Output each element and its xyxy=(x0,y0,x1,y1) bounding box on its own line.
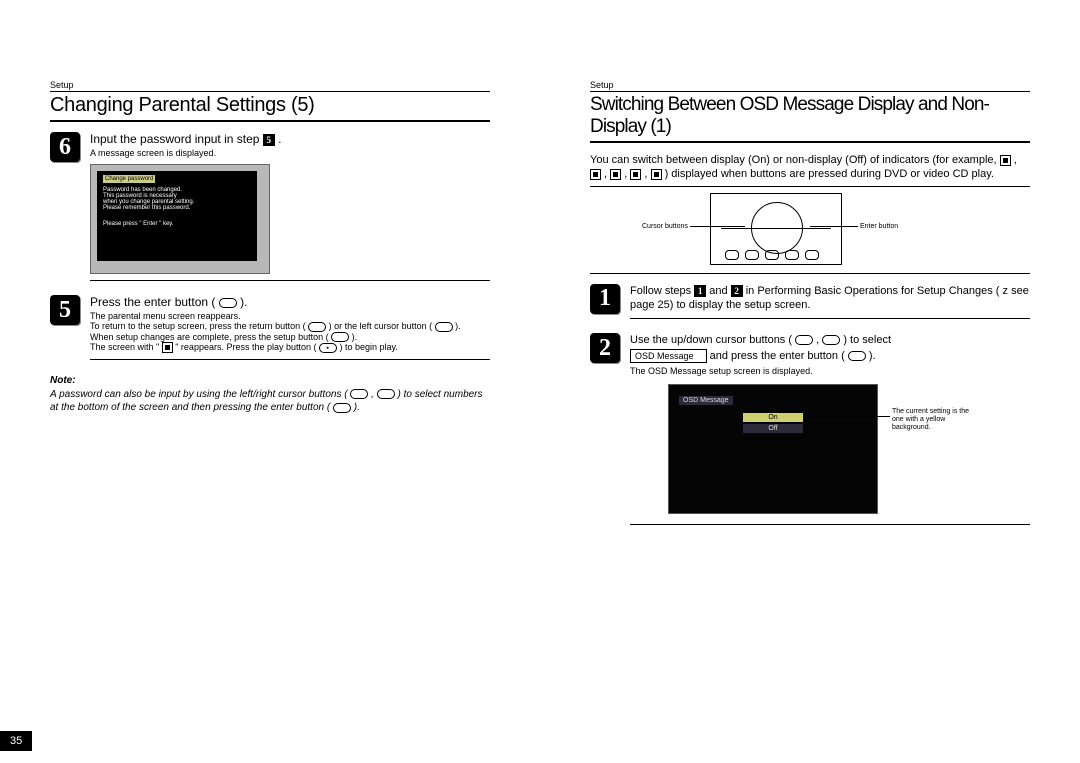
return-icon xyxy=(308,322,326,332)
enter-button-label: Enter button xyxy=(860,223,898,230)
note-label: Note: xyxy=(50,375,76,386)
step-subtext: When setup changes are complete, press t… xyxy=(90,332,490,343)
divider xyxy=(590,91,1030,92)
enter-icon xyxy=(219,298,237,308)
text: and press the enter button ( xyxy=(710,350,848,362)
remote-figure: Cursor buttons Enter button xyxy=(590,193,1030,273)
step-subtext: A message screen is displayed. xyxy=(90,148,490,158)
step-number-badge: 6 xyxy=(50,132,80,162)
text: To return to the setup screen, press the… xyxy=(90,321,308,331)
cursor-up-icon xyxy=(795,335,813,345)
manual-spread: Setup Changing Parental Settings (5) 6 I… xyxy=(0,0,1080,763)
osd-option-off: Off xyxy=(743,424,803,433)
text: The screen with " xyxy=(90,342,162,352)
step-5: 5 Press the enter button ( ). The parent… xyxy=(50,295,490,360)
divider xyxy=(630,318,1030,319)
right-page: Setup Switching Between OSD Message Disp… xyxy=(540,0,1080,763)
text: ) to select xyxy=(840,334,891,346)
step-number-badge: 2 xyxy=(590,333,620,363)
cursor-buttons-label: Cursor buttons xyxy=(642,223,688,230)
stop-glyph-icon xyxy=(590,169,601,180)
button-row xyxy=(725,250,819,260)
step-heading: Input the password input in step 5 . xyxy=(90,132,490,146)
osd-callout: The current setting is the one with a ye… xyxy=(892,408,982,431)
cursor-left-icon xyxy=(350,389,368,399)
stop-icon xyxy=(162,342,173,353)
ref-badge-2: 2 xyxy=(731,285,743,297)
step-6: 6 Input the password input in step 5 . A… xyxy=(50,132,490,281)
step-2: 2 Use the up/down cursor buttons ( , ) t… xyxy=(590,333,1030,525)
callout-line xyxy=(690,226,745,227)
text: ) or the left cursor button ( xyxy=(326,321,435,331)
text: . xyxy=(278,132,281,146)
cursor-right-icon xyxy=(377,389,395,399)
intro-text: You can switch between display (On) or n… xyxy=(590,153,1030,182)
text: Press the enter button ( xyxy=(90,295,219,309)
text: ). xyxy=(866,350,876,362)
cursor-left-icon xyxy=(435,322,453,332)
rw-glyph-icon xyxy=(630,169,641,180)
text: ) displayed when buttons are pressed dur… xyxy=(665,168,994,180)
text: ). xyxy=(349,332,357,342)
enter-icon xyxy=(848,351,866,361)
step-number-badge: 5 xyxy=(50,295,80,325)
step-heading: Follow steps 1 and 2 in Performing Basic… xyxy=(630,284,1030,313)
cursor-down-icon xyxy=(822,335,840,345)
callout-line xyxy=(810,226,858,227)
play-icon: ▸ xyxy=(319,343,337,353)
dpad-icon xyxy=(751,202,803,254)
ref-badge-5: 5 xyxy=(263,134,275,146)
enter-icon xyxy=(333,403,351,413)
page-number: 35 xyxy=(0,731,32,751)
page-title: Changing Parental Settings (5) xyxy=(50,94,490,122)
step-heading: Press the enter button ( ). xyxy=(90,295,490,309)
section-label: Setup xyxy=(50,80,490,90)
callout-line xyxy=(810,416,890,417)
pause-glyph-icon xyxy=(651,169,662,180)
text: When setup changes are complete, press t… xyxy=(90,332,331,342)
osd-message-field: OSD Message xyxy=(630,349,707,364)
osd-option-on: On xyxy=(743,413,803,422)
osd-figure: OSD Message On Off The current setting i… xyxy=(630,384,1030,514)
divider xyxy=(50,91,490,92)
text: Use the up/down cursor buttons ( xyxy=(630,334,795,346)
section-label: Setup xyxy=(590,80,1030,90)
text: You can switch between display (On) or n… xyxy=(590,154,1000,166)
step-subtext: The OSD Message setup screen is displaye… xyxy=(630,366,1030,376)
step-subtext: The screen with " " reappears. Press the… xyxy=(90,342,490,353)
remote-outline xyxy=(710,193,842,265)
divider xyxy=(90,359,490,360)
text: , xyxy=(368,389,376,400)
divider xyxy=(630,524,1030,525)
text: Input the password input in step xyxy=(90,132,263,146)
left-page: Setup Changing Parental Settings (5) 6 I… xyxy=(0,0,540,763)
osd-header: OSD Message xyxy=(679,396,733,405)
divider xyxy=(90,280,490,281)
ref-badge-1: 1 xyxy=(694,285,706,297)
text: Follow steps xyxy=(630,285,694,297)
text: A password can also be input by using th… xyxy=(50,389,350,400)
text: ). xyxy=(351,402,360,413)
divider xyxy=(590,273,1030,274)
text: ). xyxy=(453,321,461,331)
screen-title-bar: Change password xyxy=(103,175,155,183)
setup-icon xyxy=(331,332,349,342)
tv-screen-mock: Change password Password has been change… xyxy=(90,164,270,274)
step-heading: Use the up/down cursor buttons ( , ) to … xyxy=(630,333,1030,364)
ff-glyph-icon xyxy=(610,169,621,180)
osd-screen-mock: OSD Message On Off xyxy=(668,384,878,514)
screen-line: Please press " Enter " key. xyxy=(103,221,251,227)
page-title: Switching Between OSD Message Display an… xyxy=(590,94,1030,143)
text: " reappears. Press the play button ( xyxy=(173,342,319,352)
text: and xyxy=(706,285,730,297)
divider xyxy=(590,186,1030,187)
step-subtext: To return to the setup screen, press the… xyxy=(90,321,490,332)
play-glyph-icon xyxy=(1000,155,1011,166)
step-number-badge: 1 xyxy=(590,284,620,314)
text: ) to begin play. xyxy=(337,342,398,352)
step-1: 1 Follow steps 1 and 2 in Performing Bas… xyxy=(590,284,1030,320)
note: Note: A password can also be input by us… xyxy=(50,374,490,415)
step-subtext: The parental menu screen reappears. xyxy=(90,311,490,321)
